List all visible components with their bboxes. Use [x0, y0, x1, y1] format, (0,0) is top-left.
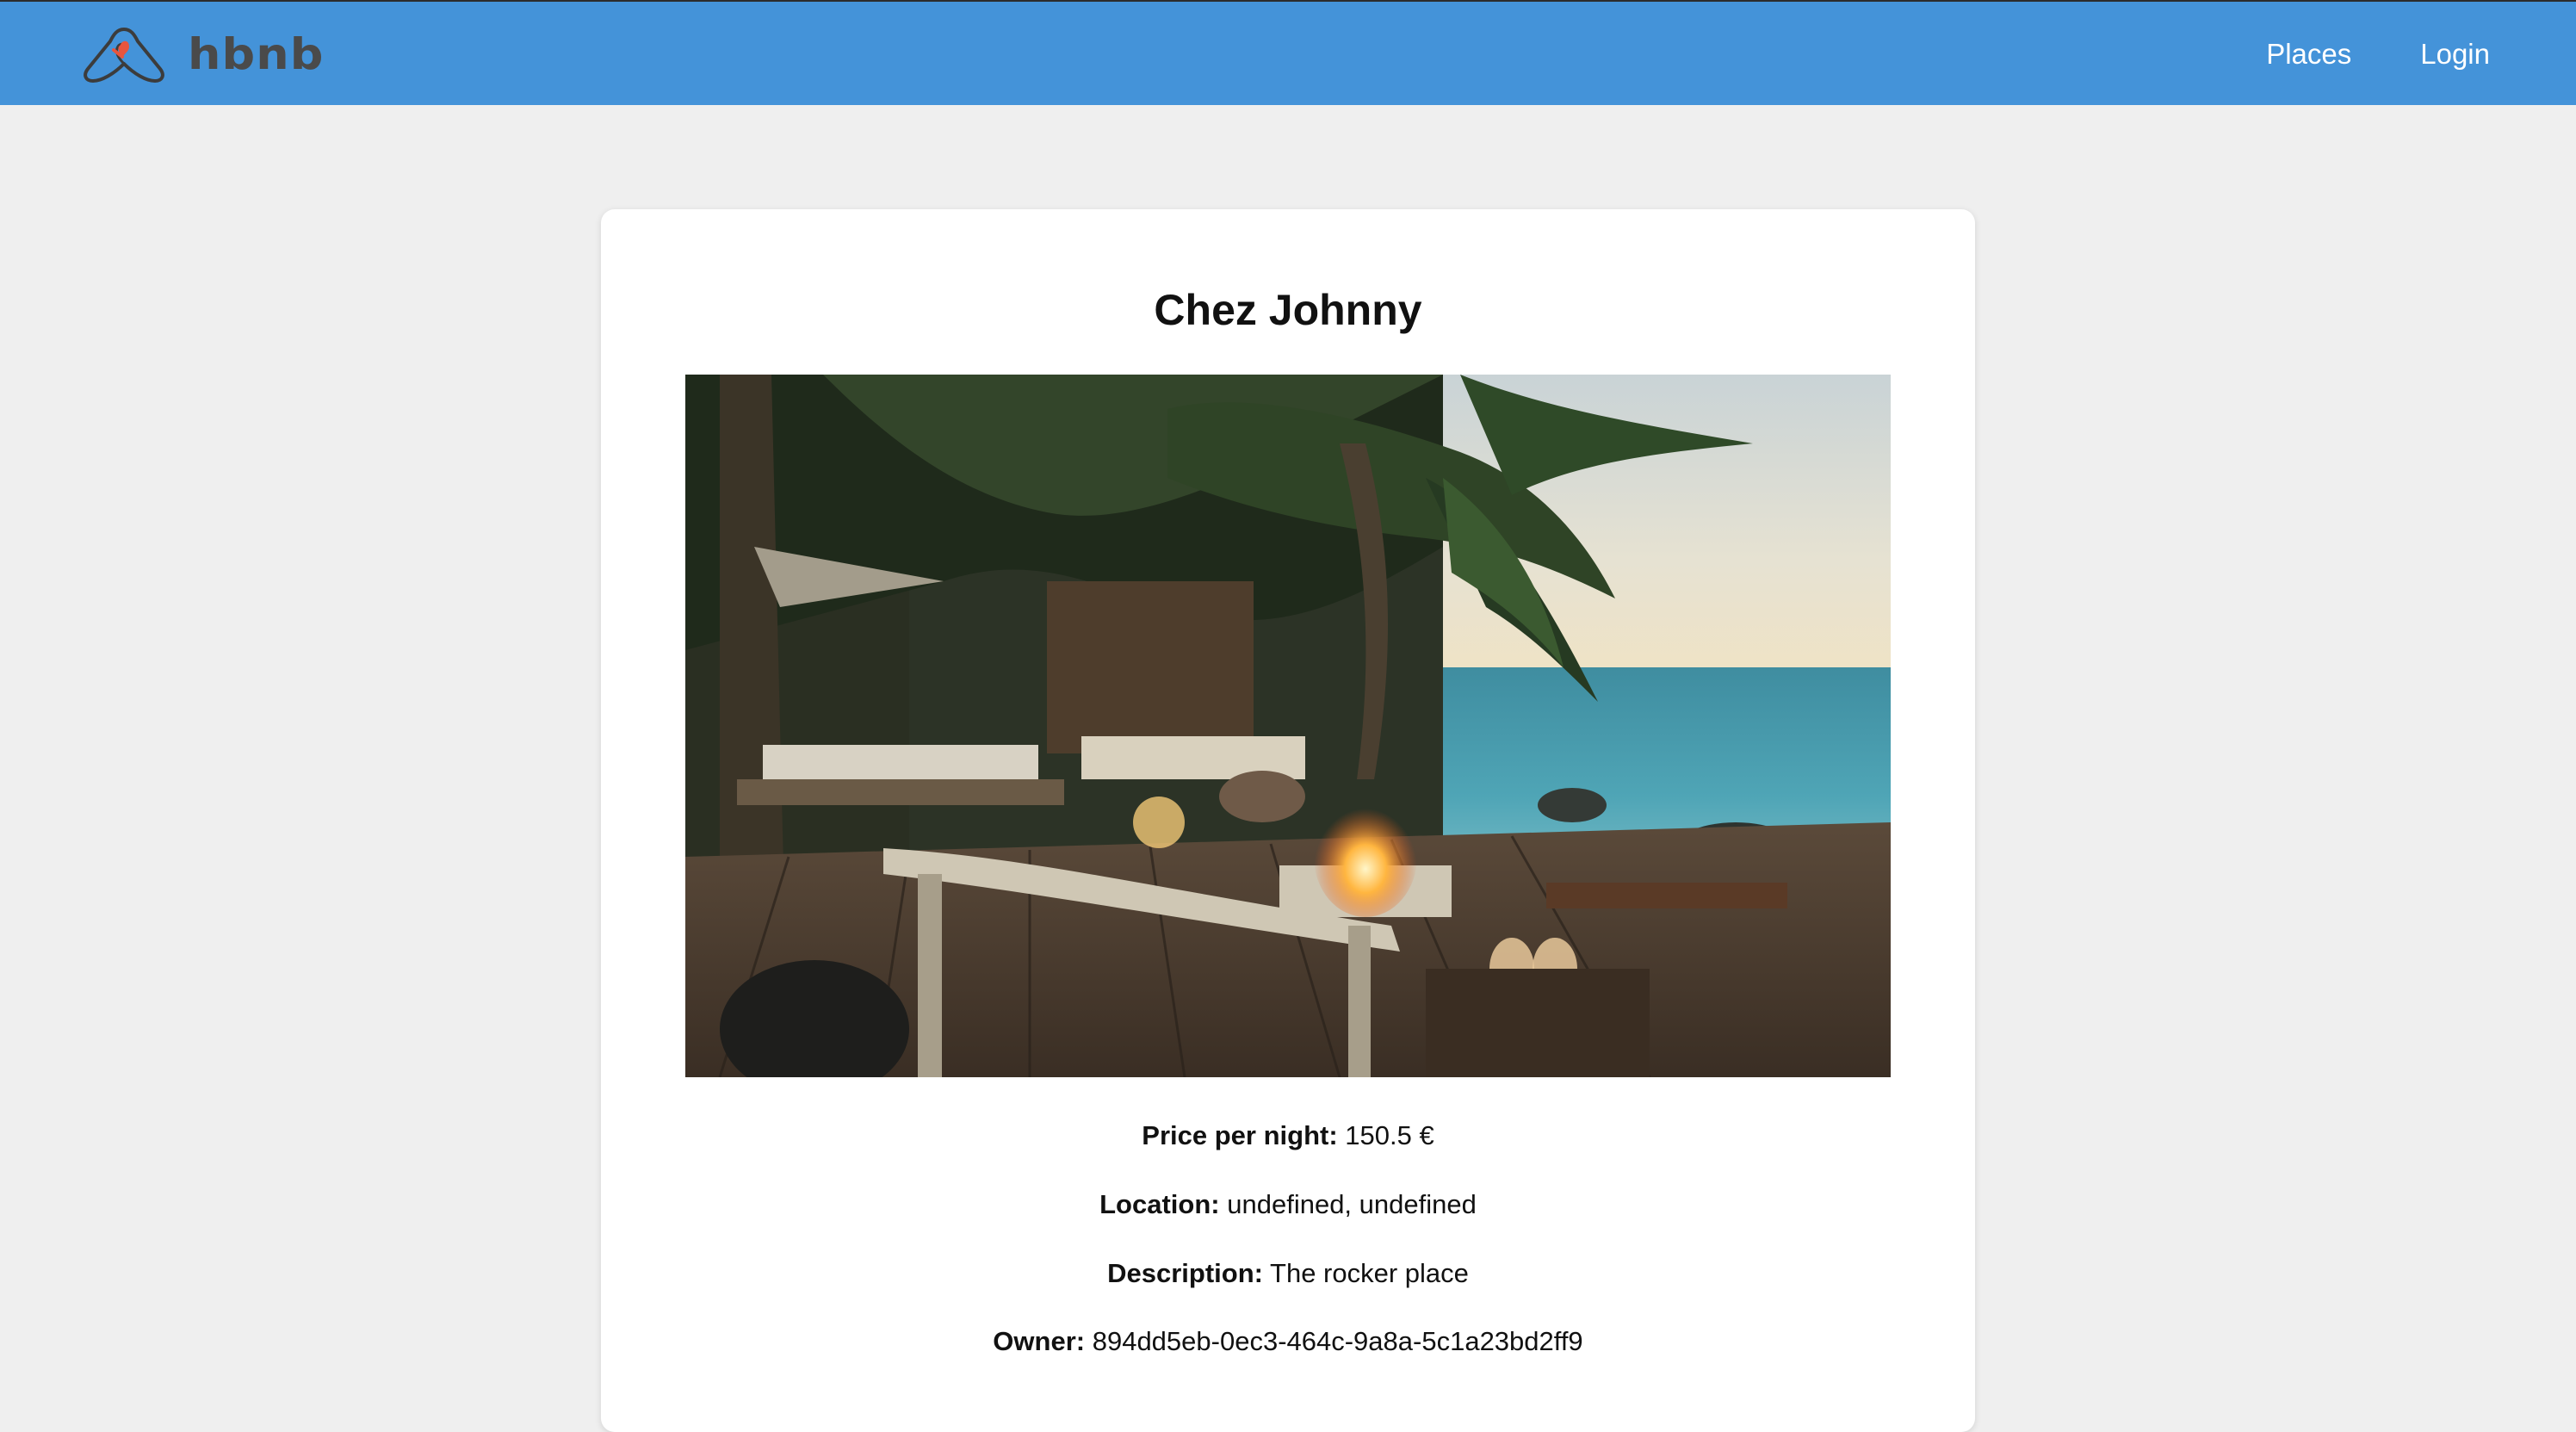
location: Location: undefined, undefined [601, 1189, 1975, 1220]
price-value: 150.5 € [1345, 1120, 1434, 1150]
logo-text: hbnb [188, 29, 325, 79]
location-label: Location: [1099, 1189, 1220, 1219]
place-title: Chez Johnny [1154, 286, 1422, 334]
description: Description: The rocker place [601, 1258, 1975, 1289]
hbnb-logo-icon [84, 28, 164, 83]
price-label: Price per night: [1142, 1120, 1338, 1150]
nav-link-login[interactable]: Login [2420, 38, 2490, 71]
nav-link-places[interactable]: Places [2266, 38, 2351, 71]
place-details-card: Chez Johnny Price per night: 150.5 € Loc… [601, 209, 1975, 1432]
owner-value: 894dd5eb-0ec3-464c-9a8a-5c1a23bd2ff9 [1092, 1326, 1583, 1356]
owner: Owner: 894dd5eb-0ec3-464c-9a8a-5c1a23bd2… [601, 1326, 1975, 1357]
place-photo-illustration [685, 375, 1891, 1077]
description-value: The rocker place [1270, 1258, 1469, 1288]
description-label: Description: [1107, 1258, 1263, 1288]
place-photo [685, 375, 1891, 1077]
location-value: undefined, undefined [1227, 1189, 1477, 1219]
main-nav: Places Login [2197, 2, 2490, 107]
price-per-night: Price per night: 150.5 € [601, 1120, 1975, 1151]
owner-label: Owner: [993, 1326, 1086, 1356]
logo[interactable]: hbnb [79, 24, 323, 84]
top-navbar: hbnb Places Login [0, 0, 2576, 105]
